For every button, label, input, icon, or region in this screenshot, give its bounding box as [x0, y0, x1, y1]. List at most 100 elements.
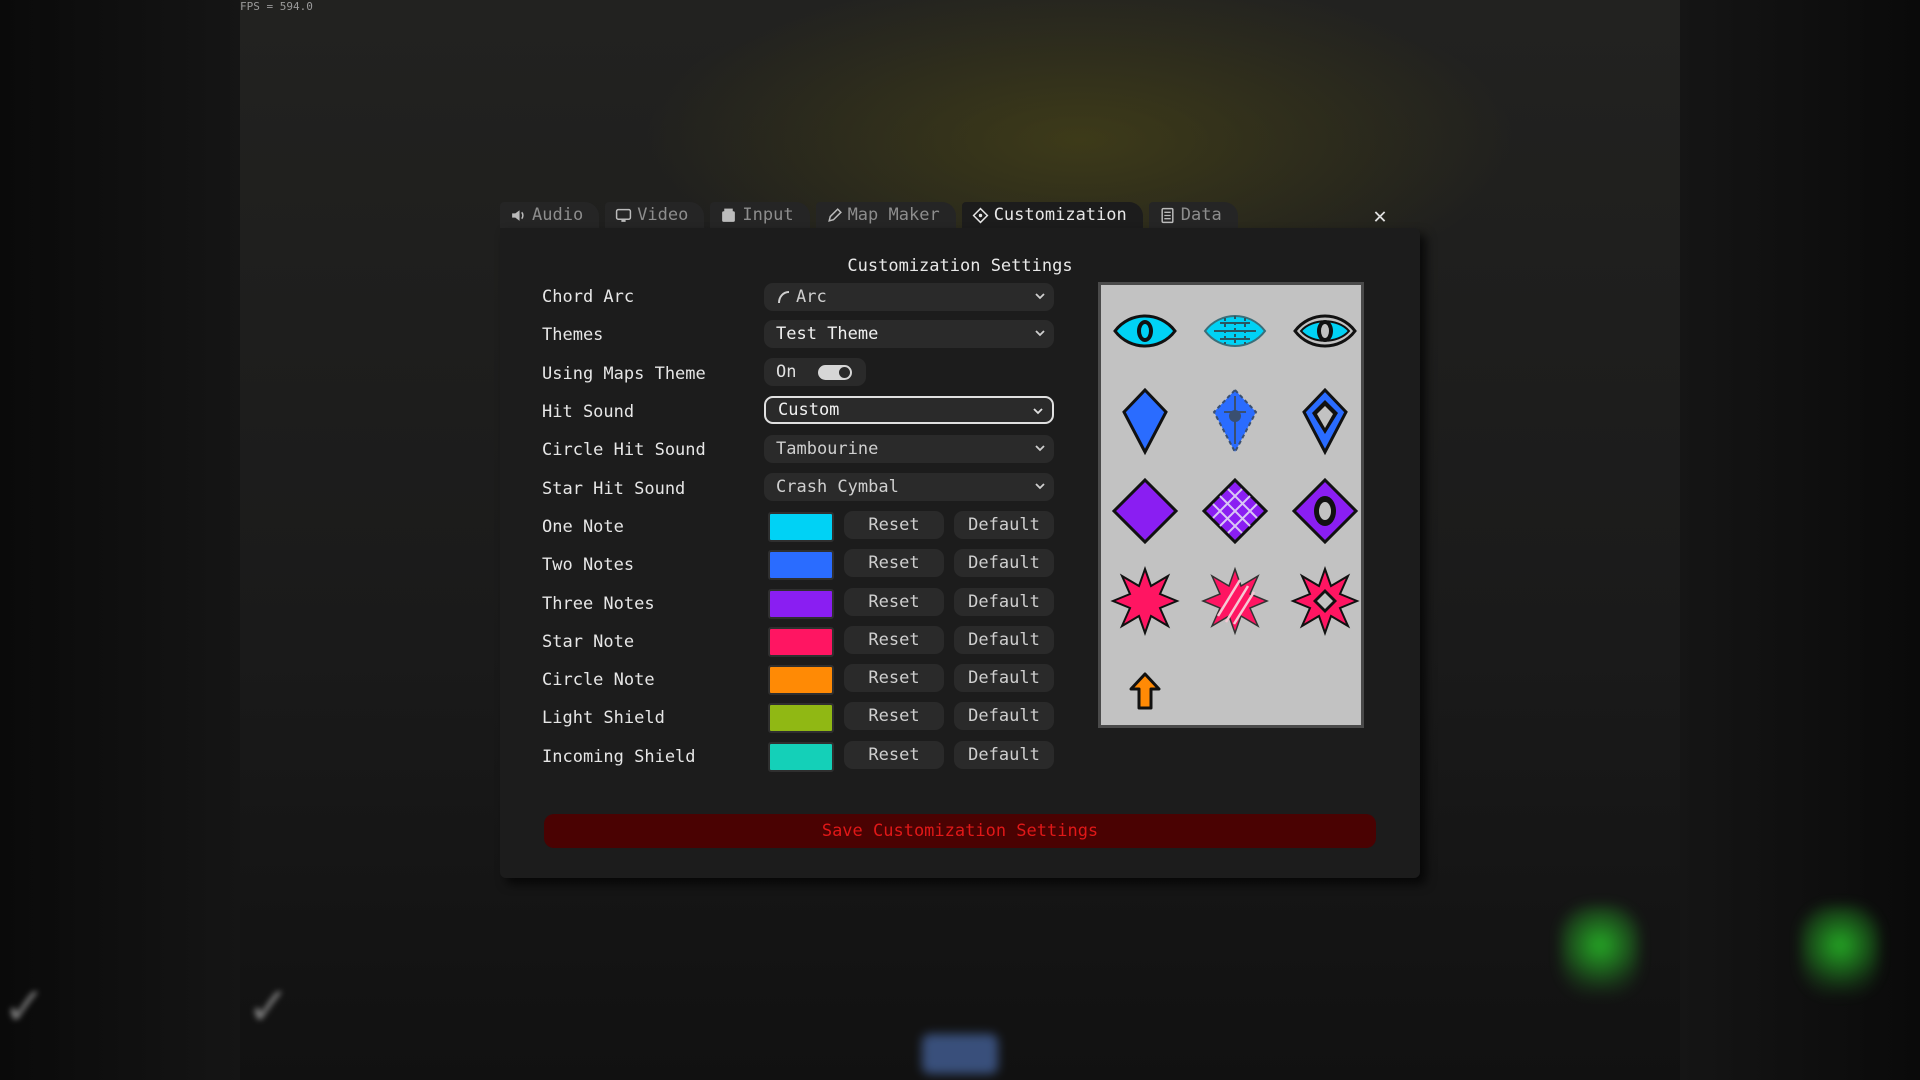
one-note-default-button[interactable]: Default	[954, 511, 1054, 539]
circle-note-default-button[interactable]: Default	[954, 664, 1054, 692]
themes-select[interactable]: Test Theme	[764, 320, 1054, 348]
two-notes-label: Two Notes	[542, 555, 635, 575]
circle-hit-sound-select[interactable]: Tambourine	[764, 435, 1054, 463]
toggle-value: On	[776, 362, 797, 382]
hit-sound-select[interactable]: Custom	[764, 396, 1054, 424]
chevron-down-icon	[1033, 408, 1043, 415]
tab-label: Input	[742, 205, 794, 225]
background-left	[0, 0, 240, 1080]
close-button[interactable]: ✕	[1368, 203, 1392, 229]
save-customization-button[interactable]: Save Customization Settings	[544, 814, 1376, 848]
star-note-reset-button[interactable]: Reset	[844, 626, 944, 654]
eye-outline-icon	[1290, 296, 1360, 366]
light-shield-color-swatch[interactable]	[768, 703, 834, 733]
star-note-default-button[interactable]: Default	[954, 626, 1054, 654]
circle-note-color-swatch[interactable]	[768, 665, 834, 695]
settings-tabs: Audio Video Input Map Maker Customizatio…	[500, 202, 1238, 228]
incoming-shield-default-button[interactable]: Default	[954, 741, 1054, 769]
kite-icon	[1110, 386, 1180, 456]
circle-note-reset-button[interactable]: Reset	[844, 664, 944, 692]
select-value: Crash Cymbal	[776, 477, 899, 497]
one-note-color-swatch[interactable]	[768, 512, 834, 542]
blurred-logo-icon: ✓	[6, 970, 43, 1040]
tab-customization[interactable]: Customization	[961, 202, 1143, 228]
star-hit-sound-select[interactable]: Crash Cymbal	[764, 473, 1054, 501]
blurred-logo-icon: ✓	[250, 970, 287, 1040]
using-maps-theme-label: Using Maps Theme	[542, 364, 706, 384]
two-notes-reset-button[interactable]: Reset	[844, 549, 944, 577]
one-note-reset-button[interactable]: Reset	[844, 511, 944, 539]
eye-icon	[1110, 296, 1180, 366]
pencil-icon	[827, 207, 842, 222]
eye-striped-icon	[1200, 296, 1270, 366]
using-maps-theme-toggle[interactable]: On	[764, 358, 866, 386]
star-note-color-swatch[interactable]	[768, 627, 834, 657]
background-right	[1680, 0, 1920, 1080]
select-value: Test Theme	[776, 324, 879, 344]
incoming-shield-color-swatch[interactable]	[768, 742, 834, 772]
star-hit-sound-label: Star Hit Sound	[542, 479, 686, 499]
two-notes-default-button[interactable]: Default	[954, 549, 1054, 577]
blurred-green-glow	[1800, 905, 1880, 995]
tab-label: Data	[1180, 205, 1222, 225]
diamond-outline-icon	[1290, 476, 1360, 546]
light-shield-default-button[interactable]: Default	[954, 702, 1054, 730]
tab-input[interactable]: Input	[710, 202, 810, 228]
diamond-icon	[972, 207, 989, 223]
fps-counter: FPS = 594.0	[240, 0, 313, 13]
note-preview	[1098, 282, 1364, 728]
incoming-shield-label: Incoming Shield	[542, 747, 696, 767]
chevron-down-icon	[1035, 293, 1045, 300]
chord-arc-label: Chord Arc	[542, 287, 635, 307]
three-notes-default-button[interactable]: Default	[954, 588, 1054, 616]
circle-note-label: Circle Note	[542, 670, 655, 690]
select-value: Custom	[778, 400, 840, 420]
tab-label: Video	[637, 205, 689, 225]
tab-data[interactable]: Data	[1148, 202, 1238, 228]
star-burst-striped-icon	[1200, 566, 1270, 636]
blurred-background-button	[922, 1034, 998, 1074]
tab-video[interactable]: Video	[605, 202, 705, 228]
star-note-label: Star Note	[542, 632, 635, 652]
document-icon	[1161, 207, 1174, 223]
light-shield-reset-button[interactable]: Reset	[844, 702, 944, 730]
incoming-shield-reset-button[interactable]: Reset	[844, 741, 944, 769]
select-value: Tambourine	[776, 439, 879, 459]
chord-arc-select[interactable]: Arc	[764, 283, 1054, 311]
blurred-green-glow	[1560, 905, 1640, 995]
circle-hit-sound-label: Circle Hit Sound	[542, 440, 706, 460]
themes-label: Themes	[542, 325, 604, 345]
three-notes-color-swatch[interactable]	[768, 589, 834, 619]
chevron-down-icon	[1035, 483, 1045, 490]
close-icon: ✕	[1373, 203, 1387, 229]
tab-audio[interactable]: Audio	[500, 202, 600, 228]
arrow-up-icon	[1110, 656, 1180, 726]
select-value: Arc	[796, 287, 827, 307]
two-notes-color-swatch[interactable]	[768, 550, 834, 580]
tab-label: Map Maker	[847, 205, 940, 225]
keyboard-icon	[722, 208, 736, 222]
tab-label: Customization	[993, 205, 1127, 225]
diamond-icon	[1110, 476, 1180, 546]
kite-outline-icon	[1290, 386, 1360, 456]
monitor-icon	[616, 208, 632, 222]
toggle-switch[interactable]	[818, 365, 852, 380]
diamond-grid-icon	[1200, 476, 1270, 546]
panel-title: Customization Settings	[847, 256, 1073, 276]
three-notes-reset-button[interactable]: Reset	[844, 588, 944, 616]
three-notes-label: Three Notes	[542, 594, 655, 614]
kite-dotted-icon	[1200, 386, 1270, 456]
speaker-icon	[512, 209, 524, 221]
star-burst-outline-icon	[1290, 565, 1360, 637]
tab-map-maker[interactable]: Map Maker	[815, 202, 956, 228]
light-shield-label: Light Shield	[542, 708, 665, 728]
star-burst-icon	[1110, 565, 1180, 637]
customization-panel: Customization Settings Chord Arc Arc The…	[500, 228, 1420, 878]
chevron-down-icon	[1035, 445, 1045, 452]
arc-icon	[778, 291, 790, 304]
chevron-down-icon	[1035, 330, 1045, 337]
toggle-knob	[839, 367, 850, 378]
tab-label: Audio	[532, 205, 584, 225]
hit-sound-label: Hit Sound	[542, 402, 635, 422]
one-note-label: One Note	[542, 517, 624, 537]
